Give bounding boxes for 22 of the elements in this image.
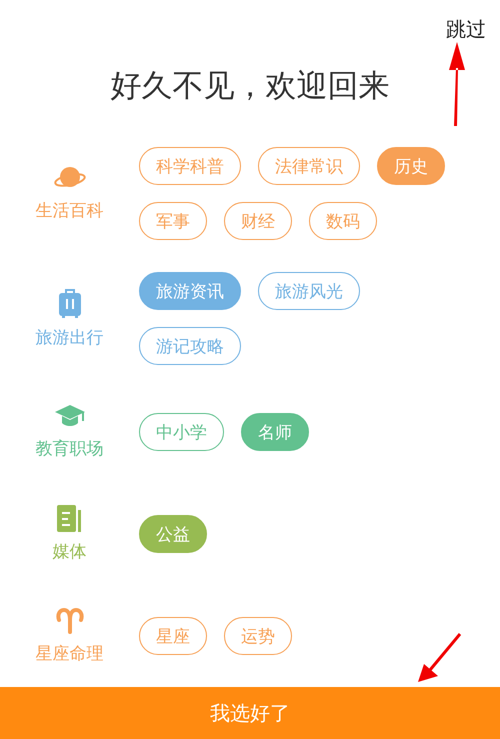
topic-tag[interactable]: 运势 <box>224 617 292 655</box>
topic-tag[interactable]: 财经 <box>224 202 292 240</box>
page-title: 好久不见，欢迎回来 <box>110 67 390 106</box>
category-label: 媒体 <box>52 541 86 563</box>
topic-tag[interactable]: 科学科普 <box>139 147 241 185</box>
topic-tag[interactable]: 名师 <box>241 413 309 451</box>
topic-tag[interactable]: 旅游资讯 <box>139 272 241 310</box>
confirm-button[interactable]: 我选好了 <box>0 687 500 739</box>
category-label: 生活百科 <box>36 200 104 222</box>
topic-tag[interactable]: 旅游风光 <box>258 272 360 310</box>
category-label: 旅游出行 <box>36 327 104 349</box>
category-label: 星座命理 <box>36 642 104 664</box>
category-label: 教育职场 <box>36 438 104 460</box>
topic-tag[interactable]: 数码 <box>309 202 377 240</box>
skip-link[interactable]: 跳过 <box>446 16 486 43</box>
topic-tag[interactable]: 游记攻略 <box>139 327 241 365</box>
topic-tag[interactable]: 星座 <box>139 617 207 655</box>
topic-tag[interactable]: 法律常识 <box>258 147 360 185</box>
topic-tag[interactable]: 历史 <box>377 147 445 185</box>
topic-tag[interactable]: 公益 <box>139 515 207 553</box>
topic-tag[interactable]: 军事 <box>139 202 207 240</box>
topic-tag[interactable]: 中小学 <box>139 413 224 451</box>
